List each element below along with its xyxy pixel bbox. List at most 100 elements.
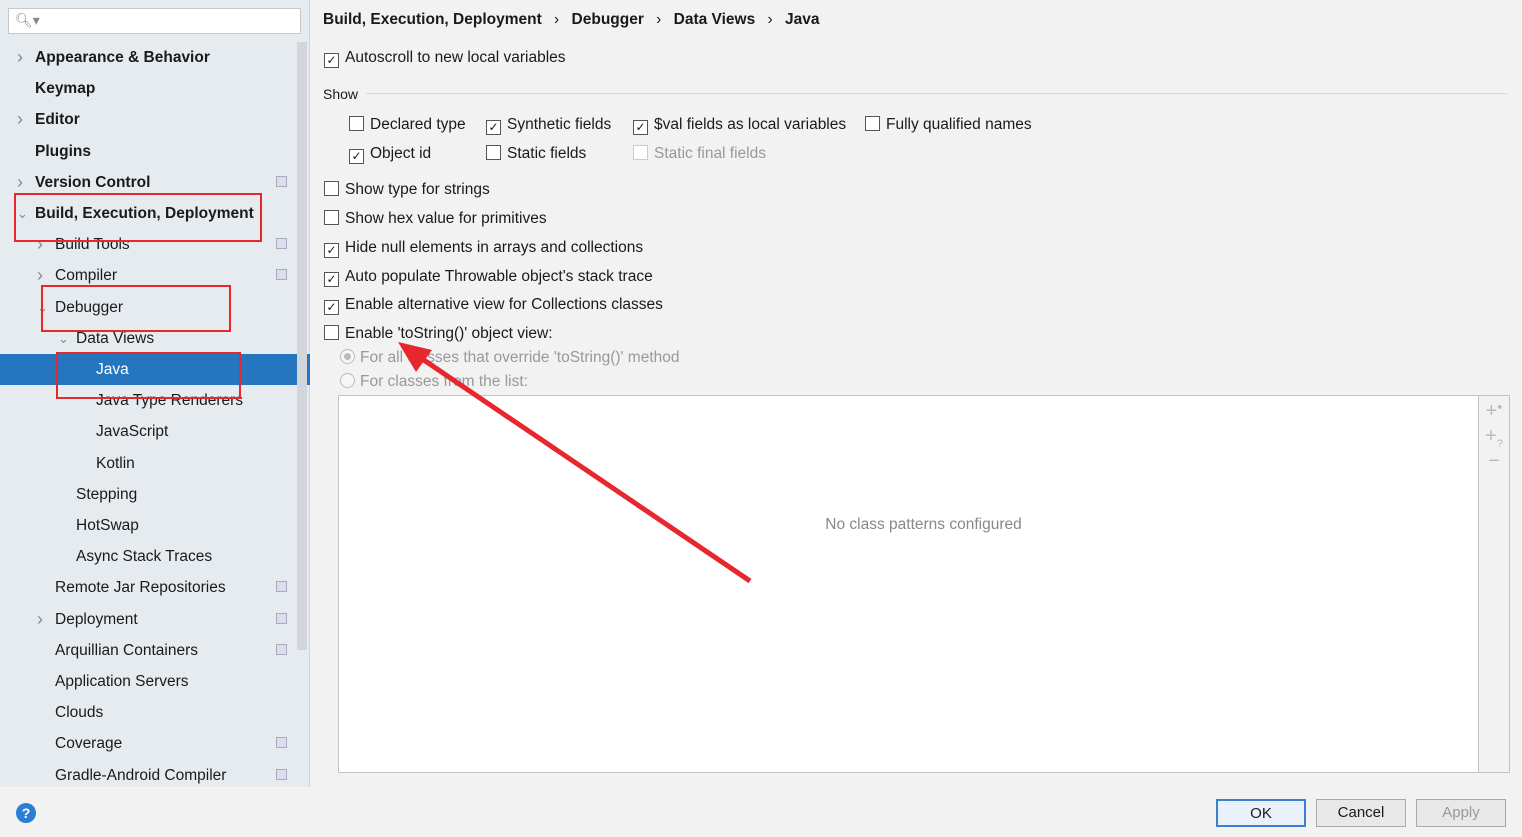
chevron-down-icon[interactable]: ⌄ [37, 292, 48, 323]
sidebar-item[interactable]: JavaScript [0, 416, 296, 447]
checkbox-icon [486, 145, 501, 160]
option-checkbox[interactable]: Static fields [486, 145, 586, 163]
class-patterns-list[interactable]: No class patterns configured [338, 395, 1509, 773]
checkbox-icon [633, 145, 648, 160]
project-settings-icon [276, 768, 287, 780]
chevron-right-icon[interactable]: › [37, 229, 43, 260]
checkbox-label: Autoscroll to new local variables [345, 49, 566, 66]
sidebar-item-label: Remote Jar Repositories [55, 579, 226, 597]
checkbox-label: Declared type [370, 116, 466, 133]
option-checkbox[interactable]: Static final fields [633, 145, 766, 163]
sidebar-item[interactable]: Java [0, 354, 310, 385]
autoscroll-checkbox[interactable]: ✓ Autoscroll to new local variables [324, 49, 566, 68]
sidebar-item[interactable]: Kotlin [0, 448, 296, 479]
sidebar-item[interactable]: Gradle-Android Compiler [0, 760, 296, 791]
sidebar-item[interactable]: › Appearance & Behavior [0, 42, 296, 73]
sidebar-item[interactable]: Remote Jar Repositories [0, 572, 296, 603]
cancel-button[interactable]: Cancel [1316, 799, 1406, 827]
sidebar-item[interactable]: HotSwap [0, 510, 296, 541]
sidebar-item-label: Java Type Renderers [96, 392, 244, 410]
option-checkbox[interactable]: ✓ Object id [349, 145, 431, 164]
sidebar-item[interactable]: › Editor [0, 104, 296, 135]
remove-icon[interactable]: − [1479, 450, 1509, 473]
option-checkbox[interactable]: Show hex value for primitives [324, 210, 547, 228]
sidebar-item[interactable]: ⌄ Build, Execution, Deployment [0, 198, 296, 229]
sidebar-item[interactable]: Arquillian Containers [0, 635, 296, 666]
checkbox-icon: ✓ [324, 53, 339, 68]
checkbox-icon [324, 325, 339, 340]
chevron-right-icon[interactable]: › [37, 604, 43, 635]
checkbox-label: Show type for strings [345, 181, 490, 198]
search-input[interactable]: 🔍︎▾ [8, 8, 301, 34]
sidebar-item-label: JavaScript [96, 423, 169, 441]
sidebar-item-label: Clouds [55, 704, 104, 722]
project-settings-icon [276, 643, 287, 655]
sidebar-item[interactable]: Coverage [0, 728, 296, 759]
checkbox-icon: ✓ [324, 300, 339, 315]
show-group-label: Show [323, 86, 359, 102]
apply-button[interactable]: Apply [1416, 799, 1506, 827]
project-settings-icon [276, 737, 287, 749]
option-checkbox[interactable]: Enable 'toString()' object view: [324, 325, 553, 343]
sidebar-item-label: Arquillian Containers [55, 641, 199, 659]
breadcrumb-separator: › [549, 11, 564, 28]
breadcrumb: Build, Execution, Deployment › Debugger … [323, 11, 820, 29]
help-icon[interactable]: ? [16, 803, 36, 823]
option-checkbox[interactable]: ✓ Hide null elements in arrays and collec… [324, 239, 643, 258]
radio-label: For classes from the list: [360, 373, 528, 390]
option-checkbox[interactable]: Declared type [349, 116, 466, 134]
sidebar-item[interactable]: Async Stack Traces [0, 541, 296, 572]
sidebar-item-label: Version Control [35, 173, 151, 191]
option-checkbox[interactable]: ✓ $val fields as local variables [633, 116, 846, 135]
checkbox-icon [865, 116, 880, 131]
checkbox-label: Auto populate Throwable object's stack t… [345, 268, 653, 285]
chevron-right-icon[interactable]: › [37, 260, 43, 291]
sidebar-item[interactable]: ⌄ Data Views [0, 323, 296, 354]
option-checkbox[interactable]: ✓ Enable alternative view for Collections… [324, 296, 663, 315]
chevron-down-icon[interactable]: ⌄ [58, 323, 69, 354]
breadcrumb-item[interactable]: Java [785, 11, 819, 28]
sidebar-item[interactable]: ⌄ Debugger [0, 292, 296, 323]
chevron-right-icon[interactable]: › [17, 167, 23, 198]
sidebar-item[interactable]: › Version Control [0, 167, 296, 198]
sidebar-item[interactable]: › Compiler [0, 260, 296, 291]
option-radio[interactable]: For all classes that override 'toString(… [340, 349, 680, 367]
checkbox-icon [324, 210, 339, 225]
chevron-down-icon[interactable]: ⌄ [17, 198, 28, 229]
add-pattern-icon[interactable]: +? [1479, 425, 1509, 450]
sidebar-item-label: Async Stack Traces [76, 548, 213, 566]
option-checkbox[interactable]: Show type for strings [324, 181, 490, 199]
sidebar-item[interactable]: Plugins [0, 136, 296, 167]
option-radio[interactable]: For classes from the list: [340, 373, 528, 391]
sidebar-item[interactable]: Keymap [0, 73, 296, 104]
checkbox-label: Enable alternative view for Collections … [345, 296, 663, 313]
checkbox-label: Hide null elements in arrays and collect… [345, 239, 644, 256]
checkbox-icon [349, 116, 364, 131]
checkbox-icon: ✓ [324, 243, 339, 258]
sidebar-item[interactable]: Stepping [0, 479, 296, 510]
sidebar-item-label: Application Servers [55, 673, 189, 690]
checkbox-label: Enable 'toString()' object view: [345, 325, 553, 342]
sidebar-item[interactable]: › Build Tools [0, 229, 296, 260]
option-checkbox[interactable]: Fully qualified names [865, 116, 1032, 134]
sidebar-item[interactable]: Clouds [0, 697, 296, 728]
sidebar-item[interactable]: Java Type Renderers [0, 385, 296, 416]
sidebar-item-label: Gradle-Android Compiler [55, 766, 227, 784]
chevron-right-icon[interactable]: › [17, 42, 23, 73]
breadcrumb-item[interactable]: Data Views [674, 11, 756, 28]
breadcrumb-item[interactable]: Build, Execution, Deployment [323, 11, 542, 28]
search-icon: 🔍︎▾ [15, 12, 40, 28]
sidebar-item-label: Build Tools [55, 236, 130, 254]
sidebar-item[interactable]: Application Servers [0, 666, 296, 697]
settings-sidebar: 🔍︎▾ › Appearance & Behavior Keymap › Editor P… [0, 0, 310, 787]
settings-panel: Build, Execution, Deployment › Debugger … [311, 0, 1522, 787]
chevron-right-icon[interactable]: › [17, 104, 23, 135]
option-checkbox[interactable]: ✓ Auto populate Throwable object's stack … [324, 268, 653, 287]
sidebar-scrollbar[interactable] [297, 42, 307, 650]
ok-button[interactable]: OK [1216, 799, 1306, 827]
breadcrumb-item[interactable]: Debugger [572, 11, 644, 28]
sidebar-item[interactable]: › Deployment [0, 604, 296, 635]
add-class-icon[interactable]: +● [1479, 400, 1509, 423]
checkbox-label: Static final fields [654, 145, 766, 162]
option-checkbox[interactable]: ✓ Synthetic fields [486, 116, 611, 135]
